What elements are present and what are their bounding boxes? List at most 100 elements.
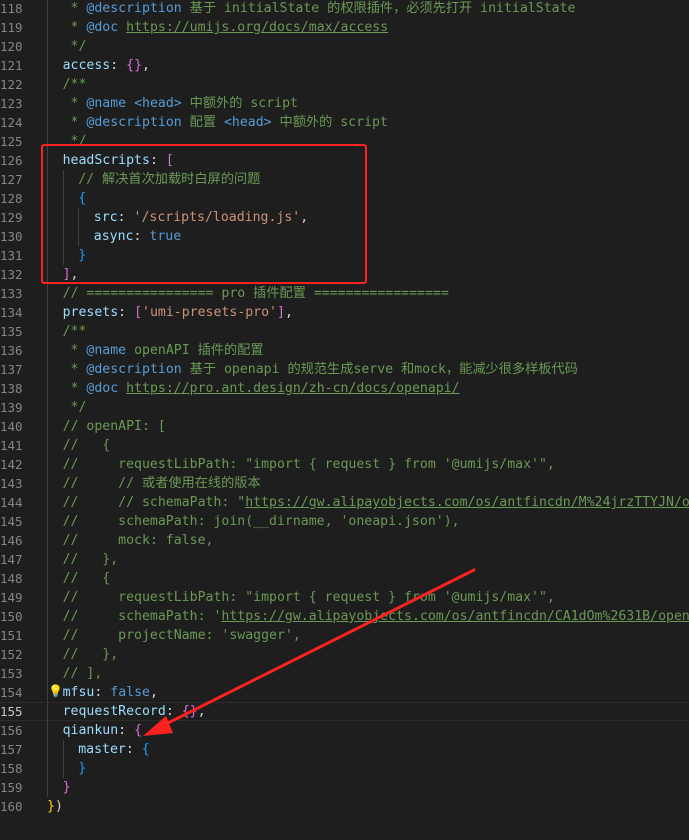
code-text: qiankun: {	[63, 721, 689, 740]
line-number: 148	[0, 571, 23, 586]
line-number: 135	[0, 324, 23, 339]
code-line[interactable]: 137 * @description 基于 openapi 的规范生成serve…	[0, 360, 689, 379]
code-text: */	[63, 37, 689, 56]
code-token: }	[62, 780, 71, 795]
code-line[interactable]: 144 // // schemaPath: "https://gw.alipayo…	[0, 493, 689, 512]
code-line[interactable]: 160})	[0, 797, 689, 816]
line-number: 121	[0, 58, 23, 73]
code-editor[interactable]: 118 * @description 基于 initialState 的权限插件…	[0, 0, 689, 840]
indent-guide	[47, 56, 48, 75]
line-number: 137	[0, 362, 23, 377]
indent-guide	[47, 379, 48, 398]
code-line[interactable]: 151 // projectName: 'swagger',	[0, 626, 689, 645]
indent-guide	[47, 664, 48, 683]
indent-guide	[47, 759, 48, 778]
indent-guide	[47, 550, 48, 569]
code-text: * @description 基于 openapi 的规范生成serve 和mo…	[63, 360, 689, 379]
code-line[interactable]: 127 // 解决首次加载时白屏的问题	[0, 170, 689, 189]
code-line[interactable]: 134 presets: ['umi-presets-pro'],	[0, 303, 689, 322]
indent-guide	[47, 151, 48, 170]
code-line[interactable]: 136 * @name openAPI 插件的配置	[0, 341, 689, 360]
code-line[interactable]: 145 // schemaPath: join(__dirname, 'oneap…	[0, 512, 689, 531]
code-token: // {	[62, 438, 111, 453]
code-line[interactable]: 122 /**	[0, 75, 689, 94]
line-number: 157	[0, 742, 23, 757]
code-text: // requestLibPath: "import { request } f…	[63, 455, 689, 474]
code-text: src: '/scripts/loading.js',	[94, 208, 689, 227]
code-line[interactable]: 141 // {	[0, 436, 689, 455]
code-line[interactable]: 146 // mock: false,	[0, 531, 689, 550]
code-line[interactable]: 159}	[0, 778, 689, 797]
line-number: 130	[0, 229, 23, 244]
code-text: */	[63, 132, 689, 151]
code-line[interactable]: 121 access: {},	[0, 56, 689, 75]
code-line[interactable]: 125 */	[0, 132, 689, 151]
code-line[interactable]: 132],	[0, 265, 689, 284]
line-number: 146	[0, 533, 23, 548]
line-number: 138	[0, 381, 23, 396]
code-token: access	[62, 58, 111, 73]
code-token: // },	[62, 647, 119, 662]
code-line[interactable]: 128 {	[0, 189, 689, 208]
code-line[interactable]: 118 * @description 基于 initialState 的权限插件…	[0, 0, 689, 18]
code-line[interactable]: 143 // // 或者使用在线的版本	[0, 474, 689, 493]
code-token: [	[165, 153, 174, 168]
indent-guide	[47, 455, 48, 474]
line-number: 128	[0, 191, 23, 206]
line-number: 149	[0, 590, 23, 605]
code-line[interactable]: 135 /**	[0, 322, 689, 341]
line-number: 120	[0, 39, 23, 54]
code-line[interactable]: 155 requestRecord: {},	[0, 702, 689, 722]
indent-guide	[47, 37, 48, 56]
code-token: ]	[62, 267, 71, 282]
code-line[interactable]: 152 // },	[0, 645, 689, 664]
code-line[interactable]: 142 // requestLibPath: "import { request …	[0, 455, 689, 474]
code-line[interactable]: 131}	[0, 246, 689, 265]
code-line[interactable]: 129 src: '/scripts/loading.js',	[0, 208, 689, 227]
code-line[interactable]: 120 */	[0, 37, 689, 56]
indent-guide	[47, 113, 48, 132]
indent-guide	[47, 588, 48, 607]
code-token: :	[117, 210, 134, 225]
lightbulb-icon[interactable]: 💡	[48, 684, 63, 698]
code-token: {	[134, 723, 143, 738]
code-text: ],	[63, 265, 689, 284]
code-token: }	[78, 248, 87, 263]
code-line[interactable]: 126 headScripts: [	[0, 151, 689, 170]
code-token: '/scripts/loading.js'	[133, 210, 301, 225]
code-line[interactable]: 124 * @description 配置 <head> 中额外的 script	[0, 113, 689, 132]
code-token: // // 或者使用在线的版本	[62, 476, 261, 491]
code-line[interactable]: 157 master: {	[0, 740, 689, 759]
code-line[interactable]: 123 * @name <head> 中额外的 script	[0, 94, 689, 113]
code-line[interactable]: 158}	[0, 759, 689, 778]
code-token: qiankun	[62, 723, 119, 738]
code-line[interactable]: 119 * @doc https://umijs.org/docs/max/ac…	[0, 18, 689, 37]
code-line[interactable]: 147 // },	[0, 550, 689, 569]
indent-guide	[47, 227, 48, 246]
code-line[interactable]: 156 qiankun: {	[0, 721, 689, 740]
code-line[interactable]: 138 * @doc https://pro.ant.design/zh-cn/…	[0, 379, 689, 398]
code-text: // schemaPath: 'https://gw.alipayobjects…	[63, 607, 689, 626]
indent-guide	[47, 360, 48, 379]
code-token: @doc	[86, 20, 119, 35]
code-text: // mock: false,	[63, 531, 689, 550]
code-line[interactable]: 140 // openAPI: [	[0, 417, 689, 436]
code-line[interactable]: 154 mfsu: false,	[0, 683, 689, 702]
code-line[interactable]: 139 */	[0, 398, 689, 417]
code-token: https://umijs.org/docs/max/access	[126, 20, 389, 35]
code-line[interactable]: 148 // {	[0, 569, 689, 588]
line-number: 150	[0, 609, 23, 624]
code-token: src	[93, 210, 118, 225]
code-line[interactable]: 150 // schemaPath: 'https://gw.alipayobje…	[0, 607, 689, 626]
code-token: @name	[86, 96, 127, 111]
code-token: <head>	[223, 115, 272, 130]
code-token: https://gw.alipayobjects.com/os/antfincd…	[245, 495, 689, 510]
indent-guide	[47, 94, 48, 113]
code-line[interactable]: 130 async: true	[0, 227, 689, 246]
code-line[interactable]: 149 // requestLibPath: "import { request …	[0, 588, 689, 607]
code-token: :	[110, 58, 127, 73]
code-line[interactable]: 133 // ================ pro 插件配置 ========…	[0, 284, 689, 303]
line-number: 141	[0, 438, 23, 453]
indent-guide	[47, 645, 48, 664]
code-line[interactable]: 153 // ],	[0, 664, 689, 683]
